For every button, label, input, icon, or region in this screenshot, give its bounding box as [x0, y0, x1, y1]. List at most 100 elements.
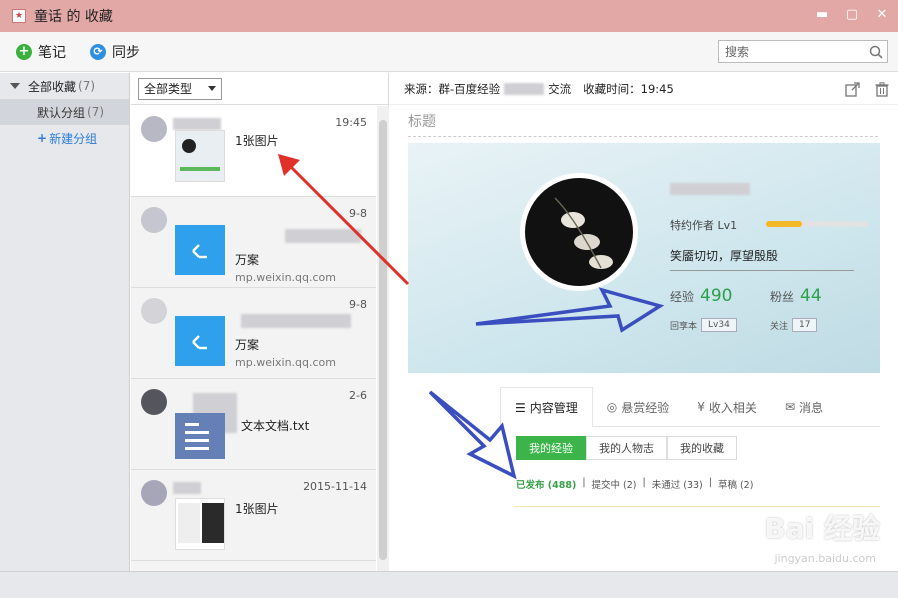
- publish-status-line: 已发布 (488) | 提交中 (2) | 未通过 (33) | 草稿 (2): [516, 477, 754, 491]
- exp-stat: 经验 490: [670, 286, 732, 306]
- follow-value: 17: [792, 318, 818, 332]
- subtab-my-exp: 我的经验: [516, 436, 586, 460]
- item-title: 万案: [235, 253, 260, 267]
- tab-label: 悬赏经验: [621, 400, 670, 415]
- blurred-username: [670, 183, 750, 195]
- tab-label: 消息: [799, 400, 824, 415]
- collection-list-pane: 全部类型 19:45 1张图片 9-8 万案 mp.weixin.qq.com: [131, 73, 389, 571]
- level-label: 回享本: [670, 321, 698, 332]
- item-time: 9-8: [349, 298, 367, 311]
- plus-icon: +: [16, 43, 32, 60]
- follow-label: 关注: [770, 321, 789, 332]
- avatar: [141, 116, 167, 142]
- fans-value: 44: [800, 286, 822, 306]
- avatar: [141, 298, 167, 324]
- status-published: 已发布 (488): [516, 480, 577, 491]
- maximize-button[interactable]: ▢: [844, 6, 860, 22]
- collect-time: 收藏时间：19:45: [583, 81, 674, 96]
- item-time: 2015-11-14: [303, 480, 367, 493]
- status-draft: 草稿 (2): [717, 480, 754, 491]
- yen-icon: ¥: [697, 400, 705, 414]
- status-bar: [0, 571, 898, 598]
- tab-income: ¥ 收入相关: [683, 387, 771, 427]
- chevron-down-icon: [208, 86, 216, 91]
- type-filter-value: 全部类型: [144, 82, 193, 96]
- author-level: 特约作者 Lv1: [670, 219, 738, 232]
- blurred-source: [504, 82, 545, 95]
- share-icon[interactable]: [844, 81, 860, 97]
- avatar: [141, 480, 167, 506]
- bookmark-icon: ★: [12, 9, 26, 23]
- embedded-subtabs: 我的经验 我的人物志 我的收藏: [516, 436, 737, 460]
- sidebar-item-all[interactable]: 全部收藏 (7): [0, 73, 129, 99]
- title-bar: ★ 童话 的 收藏 ▬ ▢ ✕: [0, 0, 898, 32]
- item-title: 万案: [235, 338, 260, 352]
- item-title: 1张图片: [235, 502, 279, 516]
- new-group-label: 新建分组: [49, 131, 98, 146]
- item-source: mp.weixin.qq.com: [235, 356, 337, 369]
- list-icon: ☰: [515, 400, 526, 415]
- sidebar-item-all-label: 全部收藏: [28, 79, 77, 94]
- tab-label: 收入相关: [708, 400, 757, 415]
- note-detail: 来源：群-百度经验 交流 收藏时间：19:45 标题 特约作者 Lv1 笑靥切切…: [390, 73, 898, 571]
- avatar: [141, 207, 167, 233]
- source-label: 来源：群-百度经验: [404, 81, 501, 96]
- document-icon: [175, 413, 225, 459]
- type-filter-select[interactable]: 全部类型: [138, 77, 222, 100]
- tab-reward: ◎ 悬赏经验: [593, 387, 684, 427]
- sidebar-item-default-label: 默认分组: [37, 105, 86, 120]
- source-bar: 来源：群-百度经验 交流 收藏时间：19:45: [390, 73, 898, 105]
- plus-icon: +: [37, 131, 48, 145]
- collapse-triangle-icon[interactable]: [10, 83, 20, 89]
- tab-content-management: ☰ 内容管理: [500, 387, 593, 427]
- sync-label: 同步: [112, 44, 140, 61]
- fans-label: 粉丝: [770, 290, 795, 304]
- level-value: Lv34: [701, 318, 737, 332]
- search-box: [718, 40, 888, 63]
- list-item[interactable]: 2015-11-14 1张图片: [131, 470, 376, 561]
- link-thumbnail: [175, 225, 225, 275]
- motto: 笑靥切切，厚望殷殷: [670, 247, 854, 271]
- item-time: 9-8: [349, 207, 367, 220]
- tab-label: 内容管理: [529, 401, 578, 415]
- embedded-tabs: ☰ 内容管理 ◎ 悬赏经验 ¥ 收入相关 ✉ 消息: [500, 387, 880, 427]
- tab-messages: ✉ 消息: [771, 387, 837, 427]
- search-input[interactable]: [719, 44, 865, 59]
- new-note-button[interactable]: + 笔记: [16, 42, 66, 62]
- subtab-my-profile: 我的人物志: [586, 436, 667, 460]
- reward-icon: ◎: [606, 400, 618, 414]
- blurred-title: [241, 314, 351, 328]
- new-group-button[interactable]: + 新建分组: [0, 125, 129, 151]
- window-title: 童话 的 收藏: [34, 9, 113, 25]
- list-scrollbar[interactable]: [377, 106, 389, 571]
- sidebar-item-default-group[interactable]: 默认分组 (7): [0, 99, 129, 125]
- fans-stat: 粉丝 44: [770, 286, 822, 306]
- sidebar: 全部收藏 (7) 默认分组 (7) + 新建分组: [0, 73, 130, 571]
- search-icon[interactable]: [865, 41, 887, 63]
- mail-icon: ✉: [784, 400, 795, 414]
- minimize-button[interactable]: ▬: [814, 6, 830, 22]
- link-thumbnail: [175, 316, 225, 366]
- sync-button[interactable]: ⟳ 同步: [90, 42, 140, 62]
- delete-icon[interactable]: [874, 81, 890, 97]
- list-item[interactable]: 9-8 万案 mp.weixin.qq.com: [131, 288, 376, 379]
- level-progress: [766, 221, 868, 227]
- note-title-field[interactable]: 标题: [408, 111, 878, 137]
- new-note-label: 笔记: [38, 44, 66, 61]
- sync-icon: ⟳: [90, 43, 106, 60]
- exp-label: 经验: [670, 290, 695, 304]
- list-item[interactable]: 19:45 1张图片: [131, 106, 376, 197]
- thumbnail-image: [175, 130, 225, 182]
- exp-value: 490: [700, 286, 733, 306]
- close-button[interactable]: ✕: [874, 6, 890, 22]
- embedded-screenshot: 特约作者 Lv1 笑靥切切，厚望殷殷 经验 490 粉丝 44 回享本 Lv34 关注…: [408, 143, 880, 373]
- follow-info: 关注 17: [770, 318, 818, 332]
- watermark-logo: Bai 经验: [764, 512, 880, 545]
- level-info: 回享本 Lv34: [670, 318, 737, 332]
- list-item[interactable]: 9-8 万案 mp.weixin.qq.com: [131, 197, 376, 288]
- status-rejected: 未通过 (33): [651, 480, 703, 491]
- list-item[interactable]: 2-6 文本文档.txt: [131, 379, 376, 470]
- sidebar-item-default-count: (7): [87, 105, 105, 119]
- filter-bar: 全部类型: [131, 73, 388, 105]
- toolbar: + 笔记 ⟳ 同步: [0, 32, 898, 72]
